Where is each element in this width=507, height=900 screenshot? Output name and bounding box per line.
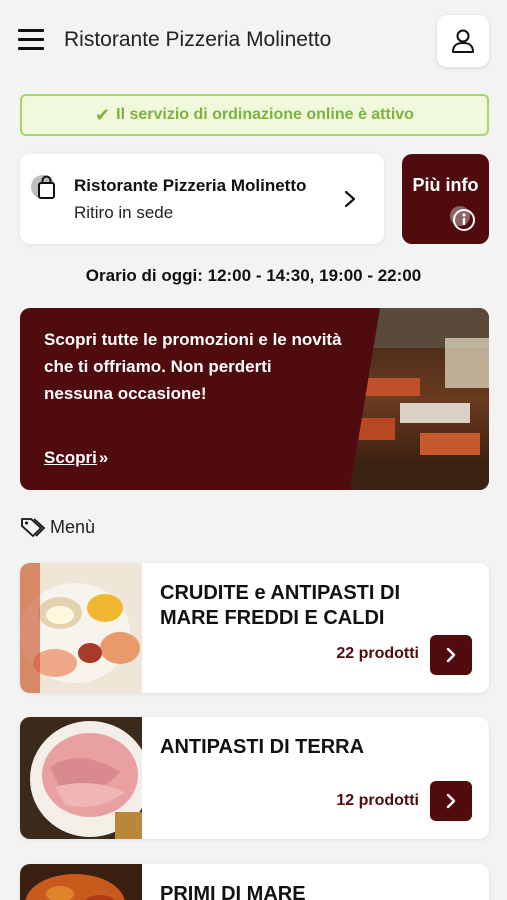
info-icon [450,206,475,231]
category-image [20,717,142,839]
more-info-label: Più info [412,175,479,195]
product-count: 12 prodotti [336,792,419,809]
order-mode: Ritiro in sede [74,203,174,222]
promo-text: Scopri tutte le promozioni e le novità c… [44,330,342,403]
category-card[interactable]: ANTIPASTI DI TERRA 12 prodotti [20,717,489,839]
category-card[interactable]: PRIMI DI MARE [20,864,489,900]
menu-section-label: Menù [20,516,95,538]
store-selector-card[interactable]: Ristorante Pizzeria Molinetto Ritiro in … [20,154,384,244]
more-info-button[interactable]: Più info [402,154,489,244]
account-button[interactable] [437,15,489,67]
category-title: CRUDITE e ANTIPASTI DI MARE FREDDI E CAL… [160,582,401,629]
online-ordering-status-banner: ✔ Il servizio di ordinazione online è at… [20,94,489,136]
chevron-right-icon [344,190,356,208]
tags-icon [21,518,45,537]
discover-link-label: Scopri [44,448,97,467]
menu-label-text: Menù [50,516,96,537]
category-title: ANTIPASTI DI TERRA [160,736,365,758]
discover-link[interactable]: Scopri» [44,448,108,468]
chevron-right-icon [446,793,456,809]
chevron-right-icon [446,647,456,663]
product-count: 22 prodotti [336,645,419,662]
hamburger-menu-icon[interactable] [18,29,44,51]
open-category-button[interactable] [430,635,472,675]
check-icon: ✔ [95,105,111,125]
promo-banner[interactable]: Scopri tutte le promozioni e le novità c… [20,308,489,490]
category-title: PRIMI DI MARE [160,883,306,900]
opening-hours: Orario di oggi: 12:00 - 14:30, 19:00 - 2… [85,266,422,285]
user-icon [452,29,474,53]
category-image [20,864,142,900]
status-text: Il servizio di ordinazione online è atti… [116,106,414,123]
shopping-bag-icon [31,175,55,199]
store-name: Ristorante Pizzeria Molinetto [74,176,307,195]
category-image [20,563,142,693]
open-category-button[interactable] [430,781,472,821]
app-screen: Ristorante Pizzeria Molinetto ✔ Il servi… [0,0,507,900]
app-header: Ristorante Pizzeria Molinetto [0,0,507,84]
category-card[interactable]: CRUDITE e ANTIPASTI DI MARE FREDDI E CAL… [20,563,489,693]
double-chevron-right-icon: » [98,448,109,467]
app-title: Ristorante Pizzeria Molinetto [64,28,332,51]
restaurant-photo [350,308,489,490]
